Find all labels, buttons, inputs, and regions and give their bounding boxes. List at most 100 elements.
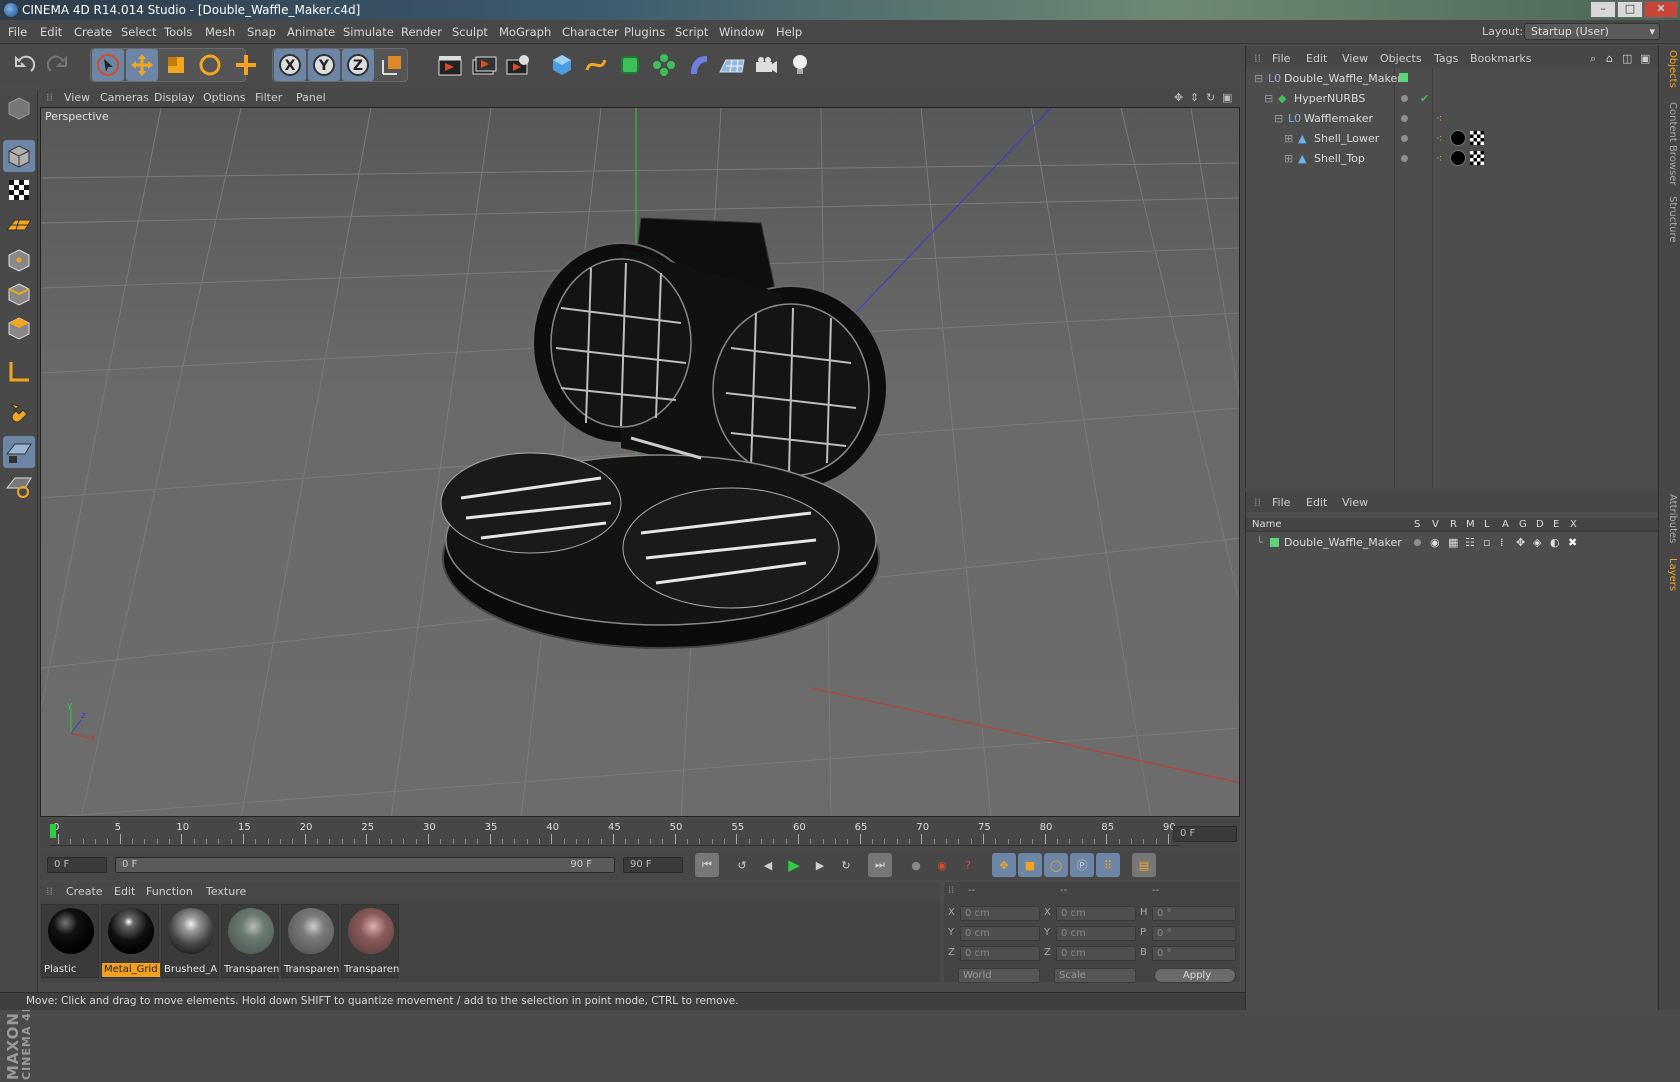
points-mode-button[interactable] xyxy=(3,244,35,276)
new-panel-icon[interactable]: ▣ xyxy=(1640,52,1650,65)
collapse-icon[interactable]: ⊟ xyxy=(1254,72,1263,85)
viewport-menu-filter[interactable]: Filter xyxy=(255,91,282,104)
make-editable-button[interactable] xyxy=(3,92,35,124)
menu-mesh[interactable]: Mesh xyxy=(205,25,235,39)
scale-tool-button[interactable] xyxy=(160,49,192,81)
play-button[interactable]: ▶ xyxy=(782,853,806,877)
animation-icon[interactable]: ⁞ xyxy=(1500,536,1504,549)
solo-icon[interactable] xyxy=(1414,539,1421,546)
world-dropdown[interactable]: World xyxy=(958,968,1040,983)
undo-button[interactable] xyxy=(8,49,40,81)
layer-col-v[interactable]: V xyxy=(1432,519,1439,530)
menu-mograph[interactable]: MoGraph xyxy=(499,25,551,39)
object-row-shell-lower[interactable]: ⊞ ▲ Shell_Lower ⁖ xyxy=(1246,128,1658,148)
render-icon[interactable]: ▦ xyxy=(1448,536,1458,549)
rotation-h-field[interactable]: 0 ° xyxy=(1152,906,1236,921)
viewport-rotate-icon[interactable]: ↻ xyxy=(1206,91,1215,104)
material-menu-texture[interactable]: Texture xyxy=(206,885,246,898)
layer-menu-edit[interactable]: Edit xyxy=(1306,496,1327,509)
object-row-shell-top[interactable]: ⊞ ▲ Shell_Top ⁖ xyxy=(1246,148,1658,168)
texture-tag-icon[interactable] xyxy=(1470,131,1484,145)
playhead[interactable] xyxy=(50,824,56,838)
keyframe-selection-button[interactable]: ? xyxy=(956,853,980,877)
tab-structure[interactable]: Structure xyxy=(1662,196,1678,243)
menu-animate[interactable]: Animate xyxy=(287,25,335,39)
key-parameter-button[interactable]: Ⓟ xyxy=(1070,853,1094,877)
camera-button[interactable] xyxy=(750,49,782,81)
menu-snap[interactable]: Snap xyxy=(247,25,276,39)
expand-icon[interactable]: ⊞ xyxy=(1284,152,1293,165)
close-button[interactable]: ✕ xyxy=(1644,1,1678,18)
record-keys-button[interactable]: ● xyxy=(904,853,928,877)
material-transparent-3[interactable]: Transparen xyxy=(341,904,399,978)
deformers-icon[interactable]: ◈ xyxy=(1533,536,1541,549)
material-menu-function[interactable]: Function xyxy=(146,885,193,898)
manager-icon[interactable]: ☷ xyxy=(1465,536,1475,549)
apply-button[interactable]: Apply xyxy=(1154,968,1236,983)
rotate-tool-button[interactable] xyxy=(194,49,226,81)
minimize-button[interactable]: – xyxy=(1590,1,1616,18)
floor-button[interactable] xyxy=(716,49,748,81)
nurbs-button[interactable] xyxy=(614,49,646,81)
layer-col-e[interactable]: E xyxy=(1553,519,1559,530)
next-keyframe-button[interactable]: ↻ xyxy=(834,853,858,877)
object-menu-bookmarks[interactable]: Bookmarks xyxy=(1470,52,1531,65)
layer-col-s[interactable]: S xyxy=(1414,519,1420,530)
go-to-start-button[interactable]: ⏮ xyxy=(695,853,719,877)
frame-range-slider[interactable]: 0 F 90 F xyxy=(115,857,615,873)
snap-button[interactable] xyxy=(3,396,35,428)
scale-dropdown[interactable]: Scale xyxy=(1054,968,1136,983)
home-icon[interactable]: ⌂ xyxy=(1606,52,1613,65)
z-axis-lock-button[interactable]: Z xyxy=(342,49,374,81)
object-menu-tags[interactable]: Tags xyxy=(1434,52,1458,65)
tab-layers[interactable]: Layers xyxy=(1662,558,1678,591)
texture-tag-icon[interactable] xyxy=(1470,151,1484,165)
position-z-field[interactable]: 0 cm xyxy=(960,946,1040,961)
object-menu-file[interactable]: File xyxy=(1272,52,1290,65)
material-brushed-a[interactable]: Brushed_A xyxy=(161,904,219,978)
expand-icon[interactable]: ⊞ xyxy=(1284,132,1293,145)
object-row-double-waffle-maker[interactable]: ⊟ L0 Double_Waffle_Maker xyxy=(1246,68,1658,88)
deformer-button[interactable] xyxy=(682,49,714,81)
menu-file[interactable]: File xyxy=(8,25,27,39)
current-frame-field[interactable]: 0 F xyxy=(1173,826,1237,842)
menu-render[interactable]: Render xyxy=(401,25,442,39)
layer-color-icon[interactable] xyxy=(1270,538,1279,547)
menu-help[interactable]: Help xyxy=(776,25,802,39)
enabled-check-icon[interactable]: ✔ xyxy=(1420,92,1429,105)
layout-select[interactable]: Startup (User) ▾ xyxy=(1524,23,1660,40)
visibility-dot-icon[interactable] xyxy=(1401,95,1408,102)
previous-frame-button[interactable]: ◀ xyxy=(756,853,780,877)
layer-col-g[interactable]: G xyxy=(1519,519,1527,530)
viewport-layout-icon[interactable]: ▣ xyxy=(1222,91,1232,104)
key-scale-button[interactable]: ■ xyxy=(1018,853,1042,877)
spline-button[interactable] xyxy=(580,49,612,81)
viewport-move-icon[interactable]: ✥ xyxy=(1174,91,1183,104)
size-x-field[interactable]: 0 cm xyxy=(1056,906,1136,921)
material-menu-create[interactable]: Create xyxy=(66,885,103,898)
viewport-menu-display[interactable]: Display xyxy=(154,91,195,104)
menu-sculpt[interactable]: Sculpt xyxy=(452,25,488,39)
menu-create[interactable]: Create xyxy=(74,25,112,39)
planar-workplane-button[interactable] xyxy=(3,470,35,502)
material-transparent-1[interactable]: Transparen xyxy=(221,904,279,978)
menu-plugins[interactable]: Plugins xyxy=(624,25,665,39)
timeline-ruler[interactable]: 0 5 10 15 20 25 30 35 40 45 50 55 60 65 70 75 80 85 90 0 F xyxy=(40,820,1240,848)
layer-row-double-waffle-maker[interactable]: └ Double_Waffle_Maker ◉ ▦ ☷ ▫ ⁞ ✥ ◈ ◐ ✖ xyxy=(1246,534,1658,554)
menu-simulate[interactable]: Simulate xyxy=(343,25,394,39)
render-view-button[interactable] xyxy=(434,49,466,81)
key-rotation-button[interactable]: ◯ xyxy=(1044,853,1068,877)
locked-icon[interactable]: ▫ xyxy=(1483,536,1490,549)
tab-objects[interactable]: Objects xyxy=(1662,50,1678,88)
timeline-window-button[interactable]: ▤ xyxy=(1132,853,1156,877)
cube-primitive-button[interactable] xyxy=(546,49,578,81)
menu-script[interactable]: Script xyxy=(675,25,708,39)
model-mode-button[interactable] xyxy=(3,140,35,172)
viewport-menu-panel[interactable]: Panel xyxy=(296,91,326,104)
collapse-icon[interactable]: ⊟ xyxy=(1274,112,1283,125)
tab-content-browser[interactable]: Content Browser xyxy=(1662,102,1678,185)
polygons-mode-button[interactable] xyxy=(3,312,35,344)
layer-menu-file[interactable]: File xyxy=(1272,496,1290,509)
maximize-button[interactable]: □ xyxy=(1617,1,1643,18)
workplane-mode-button[interactable] xyxy=(3,208,35,240)
